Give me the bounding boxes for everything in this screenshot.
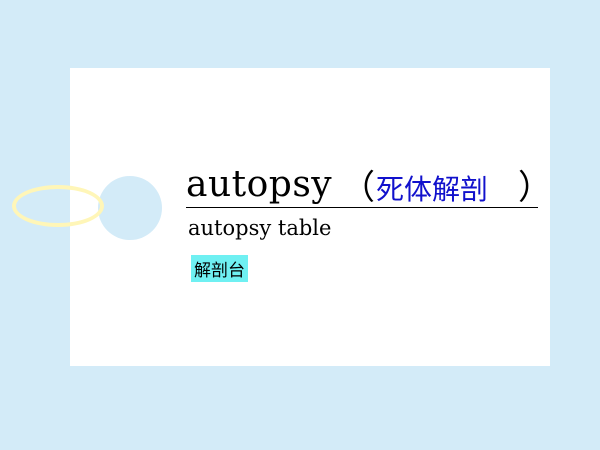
example-phrase: autopsy table xyxy=(188,216,332,240)
headword-translation: 死体解剖 xyxy=(376,173,489,206)
example-phrase-translation: 解剖台 xyxy=(191,255,248,282)
card-string-loop xyxy=(12,185,104,227)
open-parenthesis: （ xyxy=(341,168,375,208)
card-punch-hole xyxy=(98,176,162,240)
close-parenthesis: ） xyxy=(518,168,552,208)
headword-row: autopsy （ 死体解剖 ） xyxy=(186,160,552,208)
headword: autopsy xyxy=(186,164,333,205)
